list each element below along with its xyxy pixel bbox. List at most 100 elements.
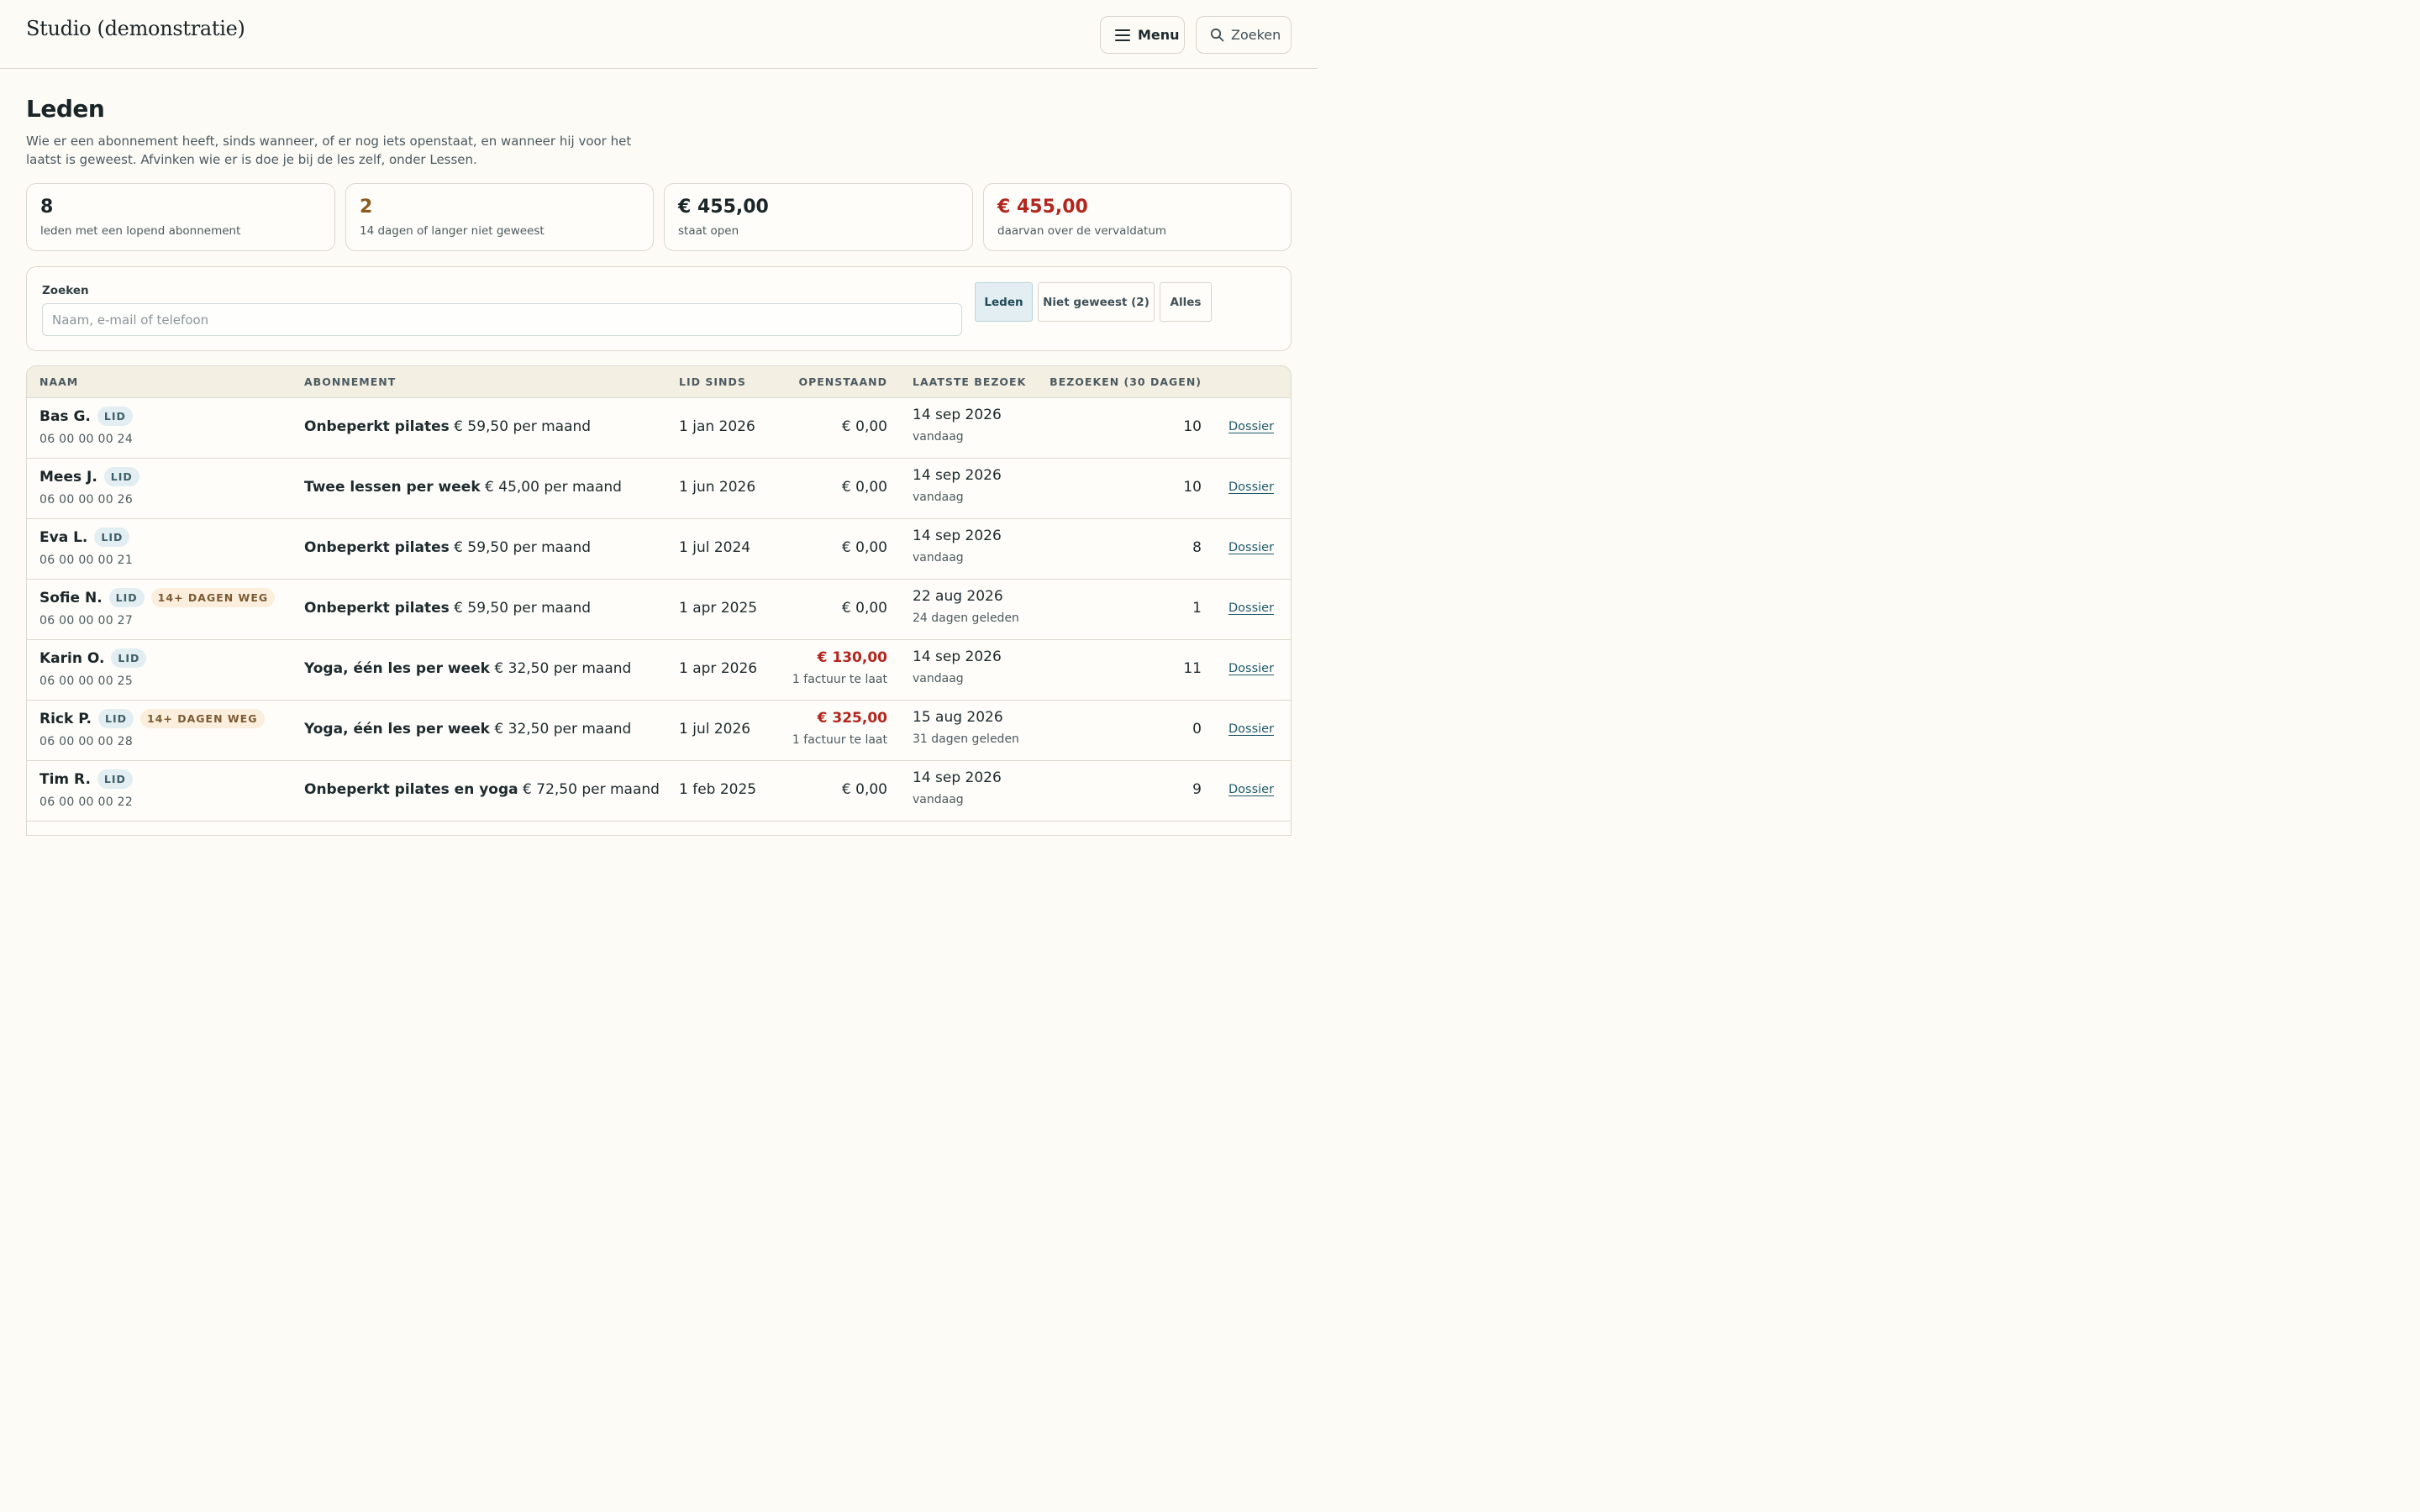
open-amount: € 0,00 xyxy=(841,479,887,496)
member-badge: LID xyxy=(103,467,139,486)
search-label: Zoeken xyxy=(1231,27,1281,43)
subscription-name: Onbeperkt pilates xyxy=(304,418,450,435)
member-name: Rick P. xyxy=(39,710,92,727)
subscription-price: € 72,50 per maand xyxy=(523,781,660,798)
column-header-lid-sinds[interactable]: LID SINDS xyxy=(679,375,746,388)
table-row[interactable]: Tim R. LID 06 00 00 00 22 Onbeperkt pilates… xyxy=(27,761,1291,822)
subscription-name: Yoga, één les per week xyxy=(304,721,490,738)
member-since: 1 apr 2025 xyxy=(679,600,758,617)
last-visit-note: vandaag xyxy=(913,491,964,504)
stat-label: staat open xyxy=(678,224,739,238)
column-header-abonnement[interactable]: ABONNEMENT xyxy=(304,375,396,388)
visit-count: 0 xyxy=(1192,721,1202,738)
dossier-link[interactable]: Dossier xyxy=(1228,722,1274,736)
member-name: Mees J. xyxy=(39,468,97,486)
filter-segment-niet-geweest[interactable]: Niet geweest (2) xyxy=(1038,282,1155,322)
filter-segment-leden[interactable]: Leden xyxy=(975,282,1033,322)
dossier-link[interactable]: Dossier xyxy=(1228,420,1274,433)
dossier-link[interactable]: Dossier xyxy=(1228,783,1274,796)
member-since: 1 jun 2026 xyxy=(679,479,756,496)
member-badge: LID xyxy=(111,648,147,668)
member-badge: LID xyxy=(94,528,130,547)
member-name: Sofie N. xyxy=(39,589,103,606)
menu-label: Menu xyxy=(1138,27,1180,43)
visit-count: 10 xyxy=(1183,479,1202,496)
column-header-naam[interactable]: NAAM xyxy=(39,375,78,388)
absent-badge: 14+ DAGEN WEG xyxy=(150,588,276,607)
dossier-link[interactable]: Dossier xyxy=(1228,541,1274,554)
absent-badge: 14+ DAGEN WEG xyxy=(140,709,265,728)
top-bar: Studio (demonstratie) Menu Zoeken xyxy=(0,0,1318,69)
table-row[interactable]: Bas G. LID 06 00 00 00 24 Onbeperkt pilates… xyxy=(27,398,1291,459)
subscription-price: € 32,50 per maand xyxy=(494,721,632,738)
stat-value: 2 xyxy=(360,197,373,218)
open-amount: € 0,00 xyxy=(841,600,887,617)
stat-value: € 455,00 xyxy=(678,197,769,218)
member-phone: 06 00 00 00 21 xyxy=(39,554,134,567)
hamburger-icon xyxy=(1115,29,1130,41)
member-name-cell: Tim R. LID xyxy=(39,769,133,789)
search-button[interactable]: Zoeken xyxy=(1196,16,1292,54)
stat-card-absent: 2 14 dagen of langer niet geweest xyxy=(345,183,654,251)
last-visit-date: 14 sep 2026 xyxy=(913,407,1002,423)
last-visit-date: 14 sep 2026 xyxy=(913,528,1002,544)
member-phone: 06 00 00 00 22 xyxy=(39,795,134,809)
subscription-price: € 32,50 per maand xyxy=(494,660,632,677)
last-visit-note: vandaag xyxy=(913,551,964,564)
open-amount: € 0,00 xyxy=(841,781,887,798)
subscription-name: Onbeperkt pilates en yoga xyxy=(304,781,518,798)
subscription-cell: Onbeperkt pilates € 59,50 per maand xyxy=(304,539,591,556)
member-name-cell: Eva L. LID xyxy=(39,528,130,547)
table-row[interactable]: Mees J. LID 06 00 00 00 26 Twee lessen per … xyxy=(27,459,1291,519)
subscription-name: Twee lessen per week xyxy=(304,479,481,496)
table-header: NAAM ABONNEMENT LID SINDS OPENSTAAND LAA… xyxy=(27,366,1291,398)
table-row[interactable]: Sofie N. LID 14+ DAGEN WEG 06 00 00 00 27 On… xyxy=(27,580,1291,640)
subscription-price: € 59,50 per maand xyxy=(454,600,592,617)
last-visit-date: 14 sep 2026 xyxy=(913,467,1002,484)
open-amount: € 325,00 xyxy=(817,710,887,727)
last-visit-note: vandaag xyxy=(913,672,964,685)
stat-card-overdue-amount: € 455,00 daarvan over de vervaldatum xyxy=(983,183,1292,251)
page-title: Leden xyxy=(26,95,105,123)
dossier-link[interactable]: Dossier xyxy=(1228,480,1274,494)
member-name-cell: Mees J. LID xyxy=(39,467,139,486)
last-visit-date: 14 sep 2026 xyxy=(913,769,1002,786)
stat-card-active-members: 8 leden met een lopend abonnement xyxy=(26,183,335,251)
stat-card-open-amount: € 455,00 staat open xyxy=(664,183,973,251)
dossier-link[interactable]: Dossier xyxy=(1228,601,1274,615)
member-since: 1 jul 2024 xyxy=(679,539,751,556)
stat-label: daarvan over de vervaldatum xyxy=(997,224,1167,238)
member-badge: LID xyxy=(108,588,145,607)
column-header-bezoeken[interactable]: BEZOEKEN (30 DAGEN) xyxy=(1050,375,1202,388)
subscription-price: € 45,00 per maand xyxy=(485,479,622,496)
dossier-link[interactable]: Dossier xyxy=(1228,662,1274,675)
table-row[interactable]: Karin O. LID 06 00 00 00 25 Yoga, één les p… xyxy=(27,640,1291,701)
member-name-cell: Karin O. LID xyxy=(39,648,147,668)
member-name: Bas G. xyxy=(39,407,91,425)
brand-title: Studio (demonstratie) xyxy=(26,17,245,40)
subscription-price: € 59,50 per maand xyxy=(454,539,592,556)
filter-segment-alles[interactable]: Alles xyxy=(1160,282,1212,322)
stat-value: 8 xyxy=(40,197,54,218)
member-phone: 06 00 00 00 25 xyxy=(39,675,134,688)
menu-button[interactable]: Menu xyxy=(1100,16,1185,54)
table-row[interactable]: Eva L. LID 06 00 00 00 21 Onbeperkt pilates… xyxy=(27,519,1291,580)
open-amount-note: 1 factuur te laat xyxy=(792,673,887,686)
member-phone: 06 00 00 00 28 xyxy=(39,735,134,748)
subscription-cell: Onbeperkt pilates en yoga € 72,50 per ma… xyxy=(304,781,660,798)
column-header-openstaand[interactable]: OPENSTAAND xyxy=(798,375,887,388)
member-name: Karin O. xyxy=(39,649,105,667)
table-row[interactable]: Rick P. LID 14+ DAGEN WEG 06 00 00 00 28 Yog… xyxy=(27,701,1291,761)
member-since: 1 apr 2026 xyxy=(679,660,758,677)
member-name-cell: Bas G. LID xyxy=(39,407,133,426)
visit-count: 8 xyxy=(1192,539,1202,556)
column-header-laatste-bezoek[interactable]: LAATSTE BEZOEK xyxy=(913,375,1026,388)
visit-count: 10 xyxy=(1183,418,1202,435)
member-phone: 06 00 00 00 27 xyxy=(39,614,134,627)
last-visit-note: 31 dagen geleden xyxy=(913,732,1019,746)
subscription-cell: Yoga, één les per week € 32,50 per maand xyxy=(304,660,631,677)
member-search-input[interactable] xyxy=(42,303,962,336)
last-visit-date: 14 sep 2026 xyxy=(913,648,1002,665)
subscription-cell: Onbeperkt pilates € 59,50 per maand xyxy=(304,600,591,617)
open-amount: € 0,00 xyxy=(841,539,887,556)
